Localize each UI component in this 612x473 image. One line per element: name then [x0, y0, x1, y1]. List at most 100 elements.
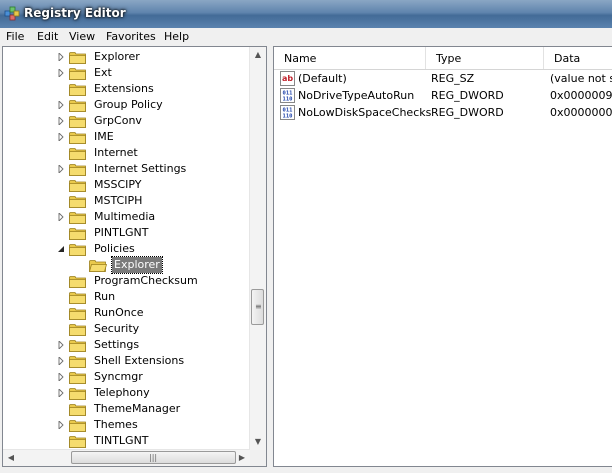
- tree-item[interactable]: Extensions: [57, 81, 247, 97]
- tree-item[interactable]: Ext: [57, 65, 247, 81]
- tree-item[interactable]: IME: [57, 129, 247, 145]
- dword-value-icon: 011110: [280, 105, 295, 120]
- folder-icon: [69, 164, 86, 176]
- tree-item[interactable]: Explorer: [57, 49, 247, 65]
- menu-help[interactable]: Help: [164, 29, 189, 44]
- scroll-corner: [250, 450, 266, 466]
- column-header-name[interactable]: Name: [274, 47, 426, 69]
- value-data: (value not se: [550, 72, 612, 85]
- tree-item[interactable]: MSSCIPY: [57, 177, 247, 193]
- folder-icon: [69, 276, 86, 288]
- tree-item[interactable]: TINTLGNT: [57, 433, 247, 449]
- menu-edit[interactable]: Edit: [37, 29, 58, 44]
- expand-arrow-icon[interactable]: [57, 421, 65, 429]
- menu-favorites[interactable]: Favorites: [106, 29, 156, 44]
- menu-view[interactable]: View: [69, 29, 95, 44]
- registry-editor-icon: [4, 6, 20, 21]
- tree-item-label: Security: [94, 322, 140, 335]
- value-type: REG_DWORD: [431, 89, 504, 102]
- tree-item-label: Explorer: [111, 256, 163, 274]
- tree-item[interactable]: Themes: [57, 417, 247, 433]
- folder-icon: [69, 388, 86, 400]
- registry-key-tree[interactable]: Explorer Ext Extensions Group Policy GrpConv…: [2, 46, 267, 467]
- folder-icon: [69, 324, 86, 336]
- tree-item[interactable]: PINTLGNT: [57, 225, 247, 241]
- scroll-right-arrow-icon[interactable]: ▶: [234, 450, 250, 466]
- expand-arrow-icon[interactable]: [57, 117, 65, 125]
- folder-icon: [69, 180, 86, 192]
- expand-arrow-icon[interactable]: [57, 101, 65, 109]
- tree-item[interactable]: GrpConv: [57, 113, 247, 129]
- tree-item-label: Internet: [94, 146, 138, 159]
- value-name: NoDriveTypeAutoRun: [298, 89, 415, 102]
- tree-item-label: ProgramChecksum: [94, 274, 198, 287]
- tree-item[interactable]: ThemeManager: [57, 401, 247, 417]
- tree-item-label: Policies: [94, 242, 135, 255]
- vertical-scroll-thumb[interactable]: ≡: [251, 289, 264, 325]
- folder-icon: [69, 372, 86, 384]
- expand-arrow-icon[interactable]: [57, 389, 65, 397]
- value-name: NoLowDiskSpaceChecks: [298, 106, 432, 119]
- folder-icon: [69, 132, 86, 144]
- column-header-type[interactable]: Type: [426, 47, 544, 69]
- value-type: REG_SZ: [431, 72, 475, 85]
- scroll-up-arrow-icon[interactable]: ▲: [250, 47, 266, 63]
- open-folder-icon: [89, 260, 107, 272]
- svg-text:ab: ab: [282, 74, 293, 83]
- tree-item[interactable]: Settings: [57, 337, 247, 353]
- scroll-left-arrow-icon[interactable]: ◀: [3, 450, 19, 466]
- tree-item-label: Ext: [94, 66, 112, 79]
- svg-text:110: 110: [283, 114, 293, 120]
- value-data: 0x00000000: [550, 106, 612, 119]
- folder-icon: [69, 148, 86, 160]
- tree-item-label: TINTLGNT: [94, 434, 149, 447]
- expand-arrow-icon[interactable]: [57, 69, 65, 77]
- horizontal-scroll-thumb[interactable]: |||: [71, 451, 236, 464]
- expand-arrow-icon[interactable]: [57, 165, 65, 173]
- expand-arrow-icon[interactable]: [57, 53, 65, 61]
- tree-item-label: Group Policy: [94, 98, 163, 111]
- value-row[interactable]: 011 110 NoLowDiskSpaceChecks REG_DWORD 0x000…: [274, 104, 612, 121]
- expand-arrow-icon[interactable]: [57, 341, 65, 349]
- tree-vertical-scrollbar[interactable]: ▲ ≡ ▼: [249, 47, 266, 450]
- tree-item[interactable]: Internet: [57, 145, 247, 161]
- tree-item-label: Run: [94, 290, 116, 303]
- svg-text:110: 110: [283, 97, 293, 103]
- folder-icon: [69, 52, 86, 64]
- folder-icon: [69, 196, 86, 208]
- value-data: 0x00000091: [550, 89, 612, 102]
- registry-values-list[interactable]: Name Type Data ab (Default) REG_SZ (value n…: [273, 46, 612, 467]
- tree-item[interactable]: Explorer: [77, 256, 247, 274]
- tree-item[interactable]: Group Policy: [57, 97, 247, 113]
- dword-value-icon: 011110: [280, 88, 295, 103]
- expand-arrow-icon[interactable]: [57, 357, 65, 365]
- tree-item[interactable]: Run: [57, 289, 247, 305]
- tree-item-label: MSTCIPH: [94, 194, 143, 207]
- expand-arrow-icon[interactable]: [57, 133, 65, 141]
- title-bar[interactable]: Registry Editor: [0, 0, 612, 28]
- tree-item[interactable]: Syncmgr: [57, 369, 247, 385]
- column-header-data[interactable]: Data: [544, 47, 612, 69]
- tree-item[interactable]: Policies: [57, 241, 247, 257]
- tree-item[interactable]: RunOnce: [57, 305, 247, 321]
- tree-item[interactable]: Shell Extensions: [57, 353, 247, 369]
- value-name: (Default): [298, 72, 347, 85]
- tree-item[interactable]: Security: [57, 321, 247, 337]
- scroll-down-arrow-icon[interactable]: ▼: [250, 434, 266, 450]
- value-row[interactable]: ab (Default) REG_SZ (value not se: [274, 70, 612, 87]
- expand-arrow-icon[interactable]: [57, 213, 65, 221]
- tree-item[interactable]: Multimedia: [57, 209, 247, 225]
- tree-horizontal-scrollbar[interactable]: ◀ ||| ▶: [3, 449, 250, 466]
- tree-item-label: Telephony: [94, 386, 150, 399]
- tree-item-label: Explorer: [94, 50, 140, 63]
- grip-icon: ≡: [255, 302, 262, 311]
- tree-item-label: RunOnce: [94, 306, 144, 319]
- expand-arrow-icon[interactable]: [57, 373, 65, 381]
- menu-file[interactable]: File: [6, 29, 24, 44]
- collapse-arrow-icon[interactable]: [57, 245, 65, 253]
- tree-item[interactable]: ProgramChecksum: [57, 273, 247, 289]
- tree-item[interactable]: Internet Settings: [57, 161, 247, 177]
- value-row[interactable]: 011 110 NoDriveTypeAutoRun REG_DWORD 0x00000…: [274, 87, 612, 104]
- tree-item[interactable]: MSTCIPH: [57, 193, 247, 209]
- tree-item[interactable]: Telephony: [57, 385, 247, 401]
